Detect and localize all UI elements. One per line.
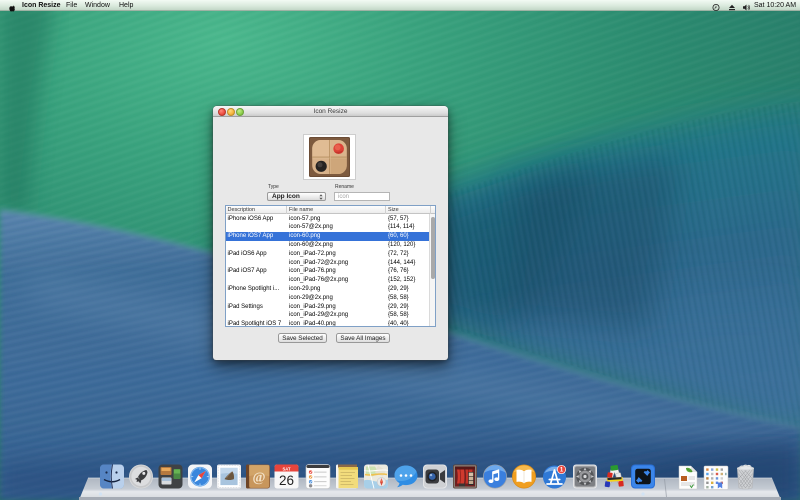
svg-text:SAT: SAT xyxy=(282,467,291,472)
svg-text:26: 26 xyxy=(279,473,294,488)
svg-text:@: @ xyxy=(252,471,265,486)
